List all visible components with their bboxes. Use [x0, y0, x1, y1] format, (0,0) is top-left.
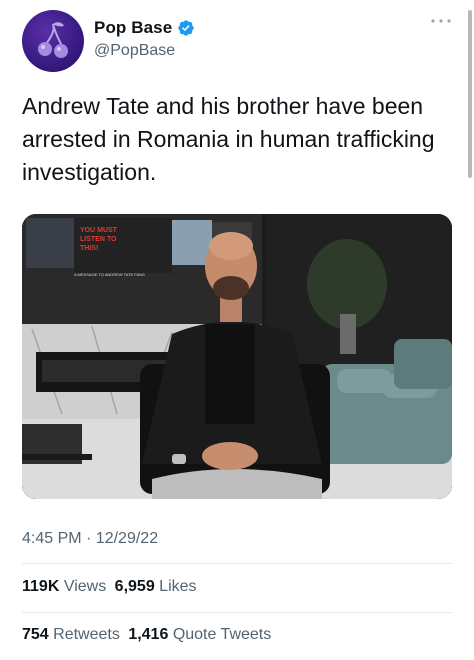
quotes-label[interactable]: Quote Tweets [173, 626, 271, 643]
retweets-count[interactable]: 754 [22, 626, 49, 643]
divider [22, 612, 452, 613]
tweet-media-image[interactable]: YOU MUST LISTEN TO THIS! A MESSAGE TO AN… [22, 214, 452, 499]
retweets-quotes-row: 754 Retweets 1,416 Quote Tweets [22, 626, 271, 644]
screen-text-2: A MESSAGE TO ANDREW TATE FANS [74, 272, 145, 277]
views-label: Views [63, 578, 107, 595]
tweet-text: Andrew Tate and his brother have been ar… [22, 93, 435, 185]
views-likes-row: 119K Views 6,959 Likes [22, 578, 197, 596]
more-options-icon[interactable] [430, 16, 452, 26]
views-count: 119K [22, 578, 60, 595]
avatar-cherry-icon [38, 22, 68, 58]
avatar[interactable] [22, 10, 84, 72]
verified-badge-icon [178, 20, 194, 36]
retweets-label[interactable]: Retweets [53, 626, 120, 643]
quotes-count[interactable]: 1,416 [128, 626, 168, 643]
svg-text:THIS!: THIS! [80, 245, 98, 252]
tweet-timestamp[interactable]: 4:45 PM · 12/29/22 [22, 530, 158, 548]
svg-text:LISTEN TO: LISTEN TO [80, 236, 117, 243]
name-row: Pop Base [94, 18, 195, 38]
scrollbar[interactable] [468, 10, 472, 178]
screen-text-1: YOU MUST [80, 227, 118, 234]
likes-count[interactable]: 6,959 [115, 578, 155, 595]
display-name[interactable]: Pop Base [94, 18, 172, 38]
likes-label[interactable]: Likes [159, 578, 196, 595]
tweet-header: Pop Base @PopBase [22, 10, 452, 72]
divider [22, 563, 452, 564]
handle[interactable]: @PopBase [94, 42, 175, 60]
media-photo: YOU MUST LISTEN TO THIS! A MESSAGE TO AN… [22, 214, 452, 499]
